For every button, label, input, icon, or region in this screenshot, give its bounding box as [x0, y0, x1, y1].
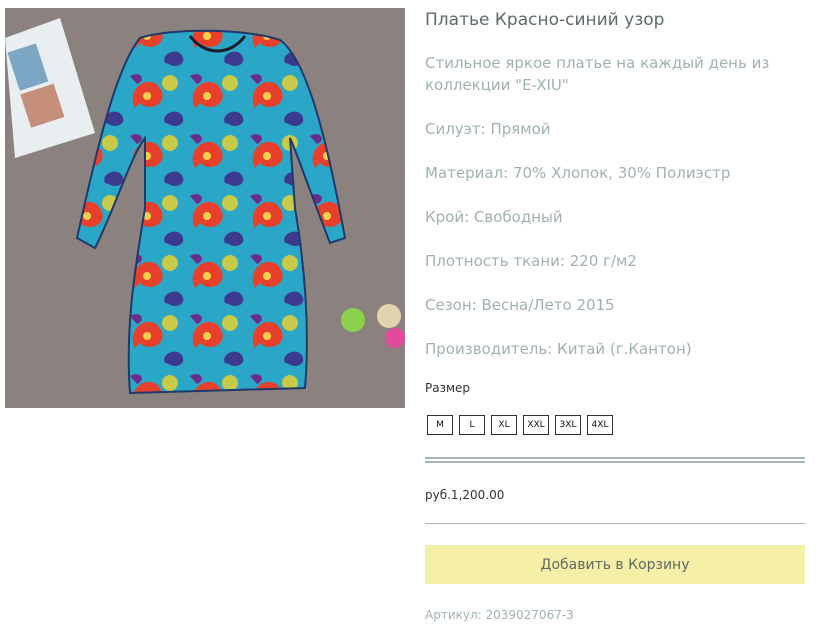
spec-density: Плотность ткани: 220 г/м2: [425, 252, 637, 270]
add-to-cart-button[interactable]: Добавить в Корзину: [425, 545, 805, 584]
spec-material: Материал: 70% Хлопок, 30% Полиэстр: [425, 164, 731, 182]
product-title: Платье Красно-синий узор: [425, 10, 665, 30]
size-option-xxl[interactable]: XXL: [523, 415, 549, 435]
product-image: [5, 8, 405, 408]
yarn-ball-cream: [377, 304, 401, 328]
spec-cut: Крой: Свободный: [425, 208, 563, 226]
divider: [425, 523, 805, 524]
yarn-ball-pink: [385, 328, 405, 348]
size-selector: M L XL XXL 3XL 4XL: [427, 415, 613, 435]
size-option-l[interactable]: L: [459, 415, 485, 435]
size-option-xl[interactable]: XL: [491, 415, 517, 435]
spec-season: Сезон: Весна/Лето 2015: [425, 296, 615, 314]
size-label: Размер: [425, 381, 471, 395]
yarn-ball-green: [341, 308, 365, 332]
double-divider: [425, 457, 805, 463]
product-price: руб.1,200.00: [425, 488, 505, 502]
size-option-4xl[interactable]: 4XL: [587, 415, 613, 435]
spec-manufacturer: Производитель: Китай (г.Кантон): [425, 340, 692, 358]
product-sku: Артикул: 2039027067-3: [425, 608, 574, 622]
product-description: Стильное яркое платье на каждый день из …: [425, 54, 770, 94]
size-option-3xl[interactable]: 3XL: [555, 415, 581, 435]
spec-silhouette: Силуэт: Прямой: [425, 120, 551, 138]
size-option-m[interactable]: M: [427, 415, 453, 435]
